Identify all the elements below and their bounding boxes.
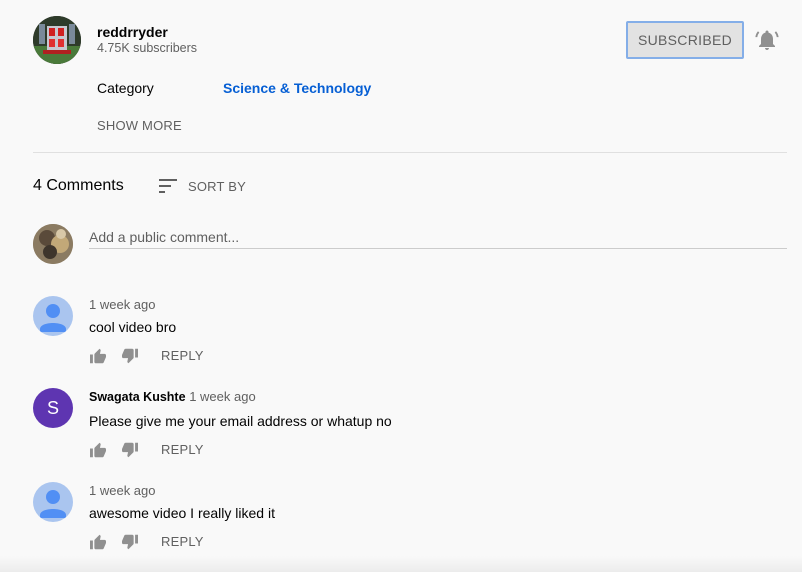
channel-avatar-icon (33, 16, 81, 64)
subscribed-button-label: SUBSCRIBED (637, 32, 733, 48)
dislike-icon[interactable] (121, 442, 139, 458)
user-avatar (33, 224, 73, 264)
category-label: Category (97, 80, 154, 96)
comment-meta: 1 week ago (89, 297, 156, 312)
comment-meta: 1 week ago (89, 483, 156, 498)
dislike-icon[interactable] (121, 534, 139, 550)
show-more-button[interactable]: SHOW MORE (97, 118, 182, 133)
comment-text: awesome video I really liked it (89, 505, 275, 521)
comment-time[interactable]: 1 week ago (89, 483, 156, 498)
bell-icon[interactable] (755, 28, 779, 52)
like-icon[interactable] (89, 534, 107, 550)
comment-text: Please give me your email address or wha… (89, 413, 392, 429)
sort-by-button[interactable]: SORT BY (188, 179, 246, 194)
sort-icon[interactable] (157, 176, 179, 196)
dislike-icon[interactable] (121, 348, 139, 364)
reply-button[interactable]: REPLY (161, 348, 204, 363)
comment-time[interactable]: 1 week ago (89, 297, 156, 312)
default-user-icon (40, 304, 66, 332)
bottom-shade (0, 556, 802, 572)
commenter-avatar[interactable] (33, 482, 73, 522)
commenter-avatar[interactable]: S (33, 388, 73, 428)
commenter-avatar[interactable] (33, 296, 73, 336)
comments-count: 4 Comments (33, 177, 124, 194)
comment-author[interactable]: Swagata Kushte (89, 390, 186, 404)
reply-button[interactable]: REPLY (161, 442, 204, 457)
comment-text: cool video bro (89, 319, 177, 335)
comment-time[interactable]: 1 week ago (189, 389, 256, 404)
divider (33, 152, 787, 153)
like-icon[interactable] (89, 348, 107, 364)
subscriber-count: 4.75K subscribers (97, 41, 198, 55)
default-user-icon (40, 490, 66, 518)
reply-button[interactable]: REPLY (161, 534, 204, 549)
add-comment-input[interactable] (89, 226, 787, 249)
category-link[interactable]: Science & Technology (223, 80, 371, 96)
comment-meta: Swagata Kushte 1 week ago (89, 389, 256, 404)
channel-name[interactable]: reddrryder (97, 24, 168, 40)
like-icon[interactable] (89, 442, 107, 458)
subscribed-button[interactable]: SUBSCRIBED (626, 21, 744, 59)
channel-avatar[interactable] (33, 16, 81, 64)
avatar-letter: S (46, 397, 59, 418)
